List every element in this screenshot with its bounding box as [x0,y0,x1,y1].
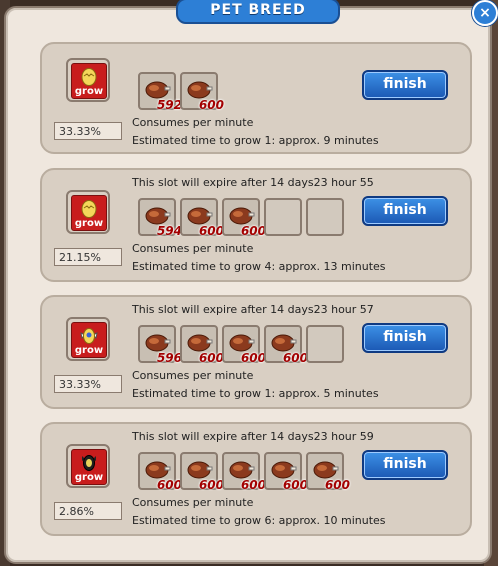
breed-slot-2: This slot will expire after 14 days23 ho… [40,168,472,282]
food-slot[interactable]: 600 [180,452,224,492]
food-slot[interactable]: 600 [306,452,350,492]
finish-button[interactable]: finish [362,196,448,226]
food-slot[interactable]: 600 [180,198,224,238]
window-title: PET BREED [176,0,340,24]
estimate-text: Estimated time to grow 1: approx. 5 minu… [132,387,379,400]
estimate-text: Estimated time to grow 6: approx. 10 min… [132,514,386,527]
pet-breed-window: PET BREED × grow 33.33% 592 600 Consumes… [4,0,498,564]
egg-plain-icon [81,68,97,86]
breed-slot-3: This slot will expire after 14 days23 ho… [40,295,472,409]
egg-plain-icon [81,200,97,218]
food-amount: 600 [240,224,266,238]
estimate-text: Estimated time to grow 4: approx. 13 min… [132,260,386,273]
finish-button[interactable]: finish [362,323,448,353]
food-slot[interactable]: 600 [264,452,308,492]
food-slot[interactable]: 600 [222,452,266,492]
close-button[interactable]: × [472,0,498,26]
food-amount: 600 [282,478,308,492]
pet-grow-icon[interactable]: grow [66,444,110,488]
dark-creature-icon [82,455,96,471]
consumes-label: Consumes per minute [132,116,254,129]
empty-food-slot[interactable] [306,198,344,236]
empty-food-slot[interactable] [306,325,344,363]
food-slot[interactable]: 600 [138,452,182,492]
consumes-label: Consumes per minute [132,369,254,382]
pet-grow-icon[interactable]: grow [66,190,110,234]
food-slot[interactable]: 600 [222,325,266,365]
food-amount: 600 [198,351,224,365]
breed-slot-1: grow 33.33% 592 600 Consumes per minute … [40,42,472,154]
consumes-label: Consumes per minute [132,242,254,255]
food-amount: 592 [156,98,182,112]
expire-text: This slot will expire after 14 days23 ho… [132,176,374,189]
food-amount: 600 [198,224,224,238]
winged-egg-icon [80,328,98,344]
finish-button[interactable]: finish [362,70,448,100]
empty-food-slot[interactable] [264,198,302,236]
food-slot[interactable]: 594 [138,198,182,238]
food-amount: 600 [282,351,308,365]
growth-percent: 2.86% [54,502,122,520]
food-slot[interactable]: 596 [138,325,182,365]
expire-text: This slot will expire after 14 days23 ho… [132,430,374,443]
breed-slot-4: This slot will expire after 14 days23 ho… [40,422,472,536]
expire-text: This slot will expire after 14 days23 ho… [132,303,374,316]
consumes-label: Consumes per minute [132,496,254,509]
food-slot[interactable]: 600 [222,198,266,238]
food-amount: 600 [240,478,266,492]
food-slot[interactable]: 600 [264,325,308,365]
grow-label: grow [74,218,104,229]
food-slot[interactable]: 600 [180,72,224,112]
food-slot[interactable]: 600 [180,325,224,365]
food-amount: 594 [156,224,182,238]
estimate-text: Estimated time to grow 1: approx. 9 minu… [132,134,379,147]
food-amount: 600 [324,478,350,492]
growth-percent: 33.33% [54,122,122,140]
grow-label: grow [74,86,104,97]
food-amount: 596 [156,351,182,365]
growth-percent: 21.15% [54,248,122,266]
pet-grow-icon[interactable]: grow [66,58,110,102]
grow-label: grow [74,345,104,356]
food-amount: 600 [156,478,182,492]
food-amount: 600 [198,478,224,492]
food-amount: 600 [240,351,266,365]
food-amount: 600 [198,98,224,112]
food-slot[interactable]: 592 [138,72,182,112]
growth-percent: 33.33% [54,375,122,393]
pet-grow-icon[interactable]: grow [66,317,110,361]
grow-label: grow [74,472,104,483]
finish-button[interactable]: finish [362,450,448,480]
